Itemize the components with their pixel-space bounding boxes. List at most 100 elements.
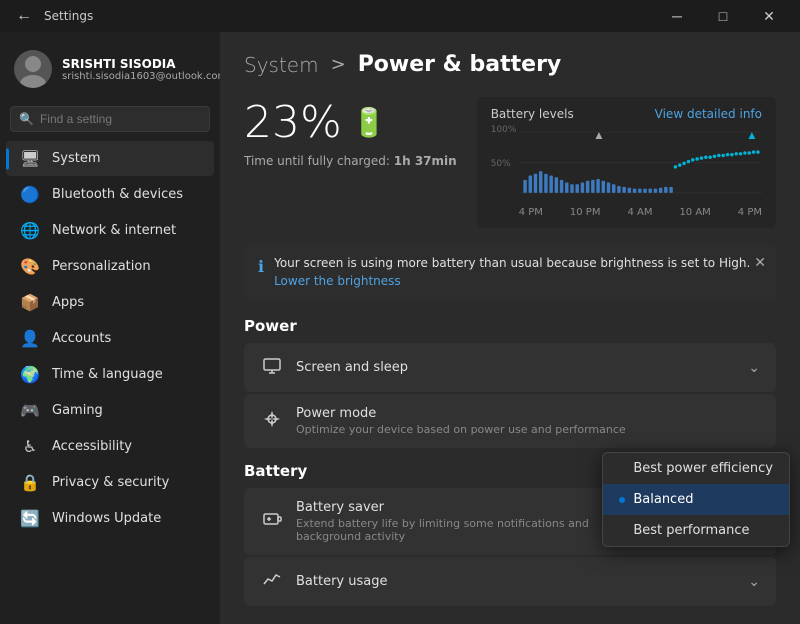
sidebar-item-update[interactable]: 🔄 Windows Update (6, 501, 214, 536)
alert-box: ℹ Your screen is using more battery than… (244, 244, 776, 301)
option-dot-balanced (619, 497, 625, 503)
sidebar-item-bluetooth[interactable]: 🔵 Bluetooth & devices (6, 177, 214, 212)
sidebar-item-accounts[interactable]: 👤 Accounts (6, 321, 214, 356)
option-label-efficiency: Best power efficiency (633, 461, 773, 476)
page-title: Power & battery (358, 52, 562, 77)
power-mode-content: Power mode Optimize your device based on… (296, 406, 760, 436)
nav-label-bluetooth: Bluetooth & devices (52, 187, 183, 202)
nav-icon-system: 🖥 (20, 149, 40, 168)
battery-usage-label: Battery usage (296, 574, 736, 589)
screen-sleep-icon (260, 355, 284, 380)
titlebar: ← Settings ─ □ ✕ (0, 0, 800, 32)
screen-sleep-item[interactable]: Screen and sleep ⌄ (244, 343, 776, 392)
breadcrumb-arrow: > (331, 54, 346, 75)
nav-label-personalization: Personalization (52, 259, 151, 274)
titlebar-left: ← Settings (12, 7, 93, 25)
alert-content: Your screen is using more battery than u… (274, 256, 762, 289)
sidebar-item-network[interactable]: 🌐 Network & internet (6, 213, 214, 248)
option-label-balanced: Balanced (633, 492, 693, 507)
main-content: System > Power & battery 23% 🔋 Time unti… (220, 32, 800, 624)
chart-label-4: 4 PM (738, 207, 762, 218)
battery-saver-icon (260, 509, 284, 534)
alert-close-button[interactable]: ✕ (754, 254, 766, 271)
nav-icon-bluetooth: 🔵 (20, 185, 40, 204)
nav-label-network: Network & internet (52, 223, 176, 238)
screen-sleep-right: ⌄ (748, 360, 760, 376)
option-dot-performance (619, 528, 625, 534)
power-section-title: Power (244, 317, 776, 335)
sidebar-profile[interactable]: SRISHTI SISODIA srishti.sisodia1603@outl… (0, 40, 220, 102)
nav-icon-accessibility: ♿ (20, 437, 40, 456)
sidebar-item-time[interactable]: 🌍 Time & language (6, 357, 214, 392)
battery-saver-content: Battery saver Extend battery life by lim… (296, 500, 631, 543)
power-mode-icon (260, 409, 284, 434)
maximize-button[interactable]: □ (700, 0, 746, 32)
chart-time-labels: 4 PM 10 PM 4 AM 10 AM 4 PM (491, 207, 762, 218)
screen-sleep-label: Screen and sleep (296, 360, 736, 375)
sidebar-item-apps[interactable]: 📦 Apps (6, 285, 214, 320)
search-icon: 🔍 (19, 112, 34, 126)
profile-email: srishti.sisodia1603@outlook.com (62, 71, 227, 82)
battery-time: Time until fully charged: 1h 37min (244, 154, 457, 168)
nav-label-update: Windows Update (52, 511, 161, 526)
alert-link[interactable]: Lower the brightness (274, 274, 401, 288)
battery-usage-chevron: ⌄ (748, 574, 760, 590)
battery-percent-value: 23% (244, 97, 342, 148)
nav-list: 🖥 System 🔵 Bluetooth & devices 🌐 Network… (0, 140, 220, 537)
battery-usage-right: ⌄ (748, 574, 760, 590)
close-button[interactable]: ✕ (746, 0, 792, 32)
sidebar-item-privacy[interactable]: 🔒 Privacy & security (6, 465, 214, 500)
nav-label-apps: Apps (52, 295, 84, 310)
option-best-efficiency[interactable]: Best power efficiency (603, 453, 789, 484)
sidebar-item-personalization[interactable]: 🎨 Personalization (6, 249, 214, 284)
window-controls: ─ □ ✕ (654, 0, 792, 32)
battery-usage-icon (260, 569, 284, 594)
nav-icon-personalization: 🎨 (20, 257, 40, 276)
power-mode-item[interactable]: Power mode Optimize your device based on… (244, 394, 776, 448)
battery-chart-container: Battery levels View detailed info 100% 5… (477, 97, 776, 228)
option-balanced[interactable]: Balanced (603, 484, 789, 515)
nav-label-privacy: Privacy & security (52, 475, 169, 490)
profile-info: SRISHTI SISODIA srishti.sisodia1603@outl… (62, 57, 227, 82)
back-button[interactable]: ← (12, 7, 36, 25)
sidebar-item-gaming[interactable]: 🎮 Gaming (6, 393, 214, 428)
minimize-button[interactable]: ─ (654, 0, 700, 32)
nav-icon-network: 🌐 (20, 221, 40, 240)
nav-label-accessibility: Accessibility (52, 439, 132, 454)
page-header: System > Power & battery (244, 52, 776, 77)
power-mode-label: Power mode (296, 406, 760, 421)
chart-label-0: 4 PM (519, 207, 543, 218)
battery-usage-item[interactable]: Battery usage ⌄ (244, 557, 776, 606)
chart-header: Battery levels View detailed info (491, 107, 762, 121)
screen-sleep-content: Screen and sleep (296, 360, 736, 375)
battery-saver-label: Battery saver (296, 500, 631, 515)
chart-100: 100% (491, 125, 517, 135)
option-dot-efficiency (619, 466, 625, 472)
profile-name: SRISHTI SISODIA (62, 57, 227, 71)
option-label-performance: Best performance (633, 523, 749, 538)
sidebar: SRISHTI SISODIA srishti.sisodia1603@outl… (0, 32, 220, 624)
nav-icon-privacy: 🔒 (20, 473, 40, 492)
chart-link[interactable]: View detailed info (655, 107, 762, 121)
nav-label-accounts: Accounts (52, 331, 111, 346)
battery-info-row: 23% 🔋 Time until fully charged: 1h 37min… (244, 97, 776, 228)
nav-icon-apps: 📦 (20, 293, 40, 312)
option-best-performance[interactable]: Best performance (603, 515, 789, 546)
power-section: Power Screen and sleep ⌄ (244, 317, 776, 448)
search-input[interactable] (40, 112, 201, 126)
sidebar-item-accessibility[interactable]: ♿ Accessibility (6, 429, 214, 464)
power-mode-dropdown: Best power efficiency Balanced Best perf… (602, 452, 790, 547)
chart-title: Battery levels (491, 107, 574, 121)
battery-percentage-display: 23% 🔋 (244, 97, 457, 148)
alert-text: Your screen is using more battery than u… (274, 256, 762, 270)
alert-icon: ℹ (258, 257, 264, 276)
battery-main: 23% 🔋 Time until fully charged: 1h 37min (244, 97, 457, 228)
nav-label-time: Time & language (52, 367, 163, 382)
search-box[interactable]: 🔍 (10, 106, 210, 132)
nav-icon-update: 🔄 (20, 509, 40, 528)
chart-area: 100% 50% (491, 125, 762, 205)
avatar (14, 50, 52, 88)
nav-icon-time: 🌍 (20, 365, 40, 384)
breadcrumb-system: System (244, 53, 319, 77)
sidebar-item-system[interactable]: 🖥 System (6, 141, 214, 176)
